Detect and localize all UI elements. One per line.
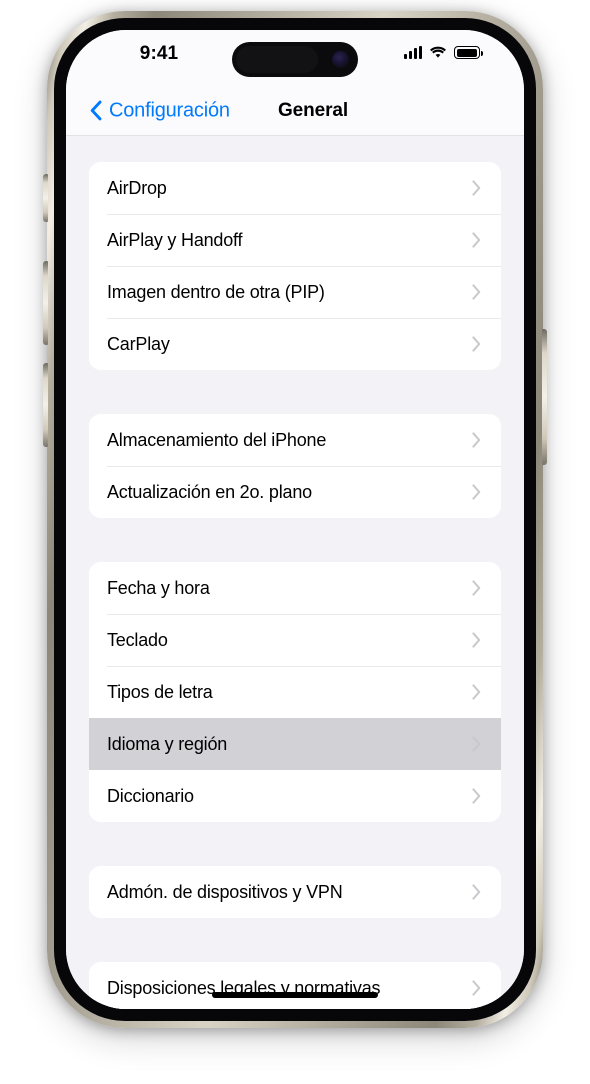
iphone-device-frame: 9:41 Configuración General AirDrop AirPl… <box>43 11 547 1028</box>
row-separator <box>107 214 501 215</box>
navigation-bar: Configuración General <box>66 86 524 136</box>
settings-group: Admón. de dispositivos y VPN <box>89 866 501 918</box>
chevron-right-icon <box>472 284 481 300</box>
volume-down-button[interactable] <box>43 363 48 447</box>
settings-row-label: Teclado <box>107 629 168 650</box>
device-screen: 9:41 Configuración General AirDrop AirPl… <box>66 30 524 1009</box>
settings-row[interactable]: Tipos de letra <box>89 666 501 718</box>
row-separator <box>107 318 501 319</box>
chevron-right-icon <box>472 432 481 448</box>
settings-list[interactable]: AirDrop AirPlay y Handoff Imagen dentro de… <box>66 137 524 1009</box>
settings-row[interactable]: Admón. de dispositivos y VPN <box>89 866 501 918</box>
volume-up-button[interactable] <box>43 261 48 345</box>
settings-row-label: CarPlay <box>107 333 170 354</box>
island-pill <box>236 46 318 73</box>
status-bar: 9:41 <box>66 30 524 86</box>
front-camera-icon <box>332 51 349 68</box>
chevron-right-icon <box>472 884 481 900</box>
chevron-right-icon <box>472 232 481 248</box>
settings-group: Disposiciones legales y normativas <box>89 962 501 1009</box>
settings-group: AirDrop AirPlay y Handoff Imagen dentro de… <box>89 162 501 370</box>
settings-group: Fecha y hora Teclado Tipos de letra Idioma … <box>89 562 501 822</box>
cellular-bars-icon <box>404 46 422 59</box>
settings-row[interactable]: Imagen dentro de otra (PIP) <box>89 266 501 318</box>
settings-row-label: Imagen dentro de otra (PIP) <box>107 281 325 302</box>
battery-full-icon <box>454 46 483 59</box>
settings-row-label: Admón. de dispositivos y VPN <box>107 881 343 902</box>
settings-row[interactable]: Disposiciones legales y normativas <box>89 962 501 1009</box>
row-separator <box>107 614 501 615</box>
power-button[interactable] <box>542 329 547 465</box>
settings-row[interactable]: Almacenamiento del iPhone <box>89 414 501 466</box>
action-button[interactable] <box>43 174 48 222</box>
home-indicator[interactable] <box>212 992 378 998</box>
wifi-icon <box>430 46 446 58</box>
settings-row[interactable]: Diccionario <box>89 770 501 822</box>
chevron-right-icon <box>472 336 481 352</box>
chevron-right-icon <box>472 684 481 700</box>
device-bezel: 9:41 Configuración General AirDrop AirPl… <box>54 18 536 1021</box>
settings-row-label: Almacenamiento del iPhone <box>107 429 327 450</box>
chevron-right-icon <box>472 632 481 648</box>
settings-row-label: AirDrop <box>107 177 167 198</box>
chevron-right-icon <box>472 580 481 596</box>
settings-row-label: Diccionario <box>107 785 194 806</box>
settings-row[interactable]: Fecha y hora <box>89 562 501 614</box>
settings-row[interactable]: Teclado <box>89 614 501 666</box>
chevron-right-icon <box>472 180 481 196</box>
settings-row[interactable]: Idioma y región <box>89 718 501 770</box>
settings-row-label: AirPlay y Handoff <box>107 229 243 250</box>
settings-row[interactable]: Actualización en 2o. plano <box>89 466 501 518</box>
dynamic-island <box>232 42 358 77</box>
row-separator <box>107 466 501 467</box>
settings-row-label: Idioma y región <box>107 733 228 754</box>
chevron-right-icon <box>472 484 481 500</box>
page-title: General <box>277 99 349 121</box>
settings-row-label: Fecha y hora <box>107 577 210 598</box>
status-bar-icons <box>404 46 483 59</box>
settings-row[interactable]: AirDrop <box>89 162 501 214</box>
chevron-right-icon <box>472 736 481 752</box>
chevron-right-icon <box>472 788 481 804</box>
row-separator <box>107 266 501 267</box>
status-bar-time: 9:41 <box>139 43 179 64</box>
battery-fill <box>456 48 477 57</box>
row-separator <box>107 666 501 667</box>
settings-row-label: Actualización en 2o. plano <box>107 481 312 502</box>
settings-group: Almacenamiento del iPhone Actualización e… <box>89 414 501 518</box>
chevron-right-icon <box>472 980 481 996</box>
settings-row[interactable]: CarPlay <box>89 318 501 370</box>
settings-row[interactable]: AirPlay y Handoff <box>89 214 501 266</box>
settings-row-label: Tipos de letra <box>107 681 213 702</box>
